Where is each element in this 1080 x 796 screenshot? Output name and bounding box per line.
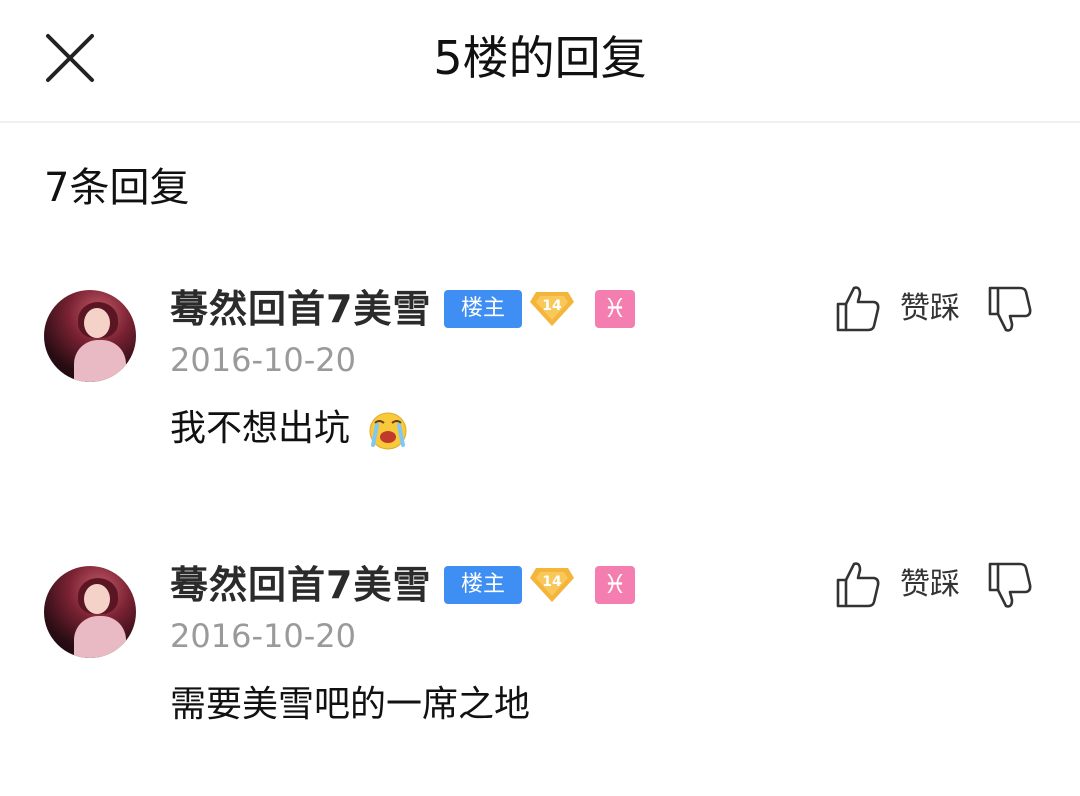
username[interactable]: 蓦然回首7美雪 — [170, 562, 431, 608]
reply-item: 蓦然回首7美雪 楼主 14 ♓ 2016-10-20 我不想出坑 赞踩 — [0, 278, 1080, 518]
zodiac-badge: ♓ — [595, 566, 635, 604]
reply-content: 我不想出坑 — [170, 406, 409, 452]
reply-date: 2016-10-20 — [170, 341, 356, 379]
reply-content: 需要美雪吧的一席之地 — [170, 682, 530, 728]
avatar[interactable] — [44, 290, 136, 382]
page-title: 5楼的回复 — [433, 31, 647, 85]
username[interactable]: 蓦然回首7美雪 — [170, 286, 431, 332]
reply-item: 蓦然回首7美雪 楼主 14 ♓ 2016-10-20 需要美雪吧的一席之地 赞踩 — [0, 554, 1080, 794]
reply-text: 需要美雪吧的一席之地 — [170, 684, 531, 725]
vote-label: 赞踩 — [900, 291, 960, 326]
avatar[interactable] — [44, 566, 136, 658]
level-badge-icon: 14 — [530, 568, 574, 602]
reply-date: 2016-10-20 — [170, 617, 356, 655]
reply-text: 我不想出坑 — [170, 408, 351, 449]
level-number: 14 — [542, 298, 562, 314]
vote-label: 赞踩 — [900, 567, 960, 602]
crying-face-emoji — [369, 412, 407, 450]
thumbs-down-icon[interactable] — [986, 560, 1034, 612]
header-bar: 5楼的回复 — [0, 0, 1080, 123]
level-number: 14 — [542, 574, 562, 590]
level-badge-icon: 14 — [530, 292, 574, 326]
owner-badge: 楼主 — [444, 566, 522, 604]
thumbs-up-icon[interactable] — [834, 558, 882, 610]
reply-count: 7条回复 — [44, 165, 190, 211]
thumbs-down-icon[interactable] — [986, 284, 1034, 336]
zodiac-badge: ♓ — [595, 290, 635, 328]
owner-badge: 楼主 — [444, 290, 522, 328]
thumbs-up-icon[interactable] — [834, 282, 882, 334]
